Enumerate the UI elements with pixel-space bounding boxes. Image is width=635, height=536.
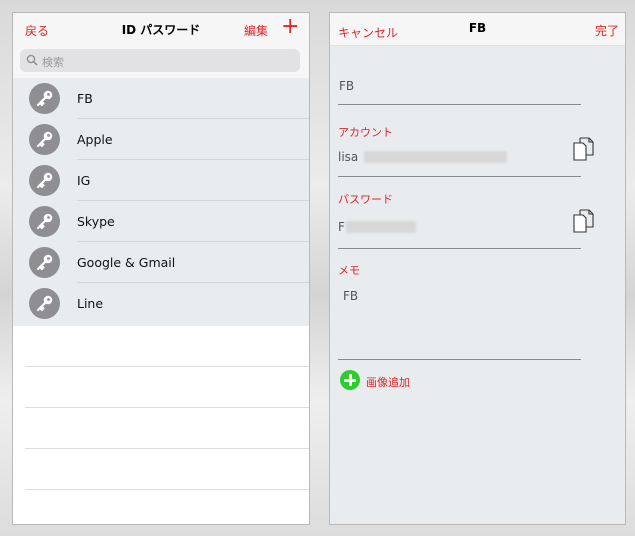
entry-label: Google & Gmail — [77, 255, 176, 270]
edit-button[interactable]: 編集 — [244, 22, 268, 39]
entry-label: Line — [77, 296, 104, 311]
account-field[interactable]: lisa — [338, 150, 358, 164]
name-field[interactable]: FB — [339, 79, 354, 93]
entry-list: FB Apple IG Skype Google & Gmail Line — [13, 78, 309, 326]
search-icon — [26, 54, 38, 66]
list-item[interactable]: Google & Gmail — [13, 242, 309, 283]
password-field[interactable]: F — [338, 220, 345, 234]
nav-bar: 戻る ID パスワード 編集 + — [13, 13, 309, 46]
memo-field[interactable]: FB — [343, 289, 358, 303]
key-icon — [29, 83, 60, 114]
entry-label: IG — [77, 173, 91, 188]
nav-bar: キャンセル FB 完了 — [330, 13, 625, 46]
page-title: FB — [468, 21, 487, 35]
redacted-account — [364, 151, 507, 163]
field-underline — [338, 104, 581, 105]
redacted-password — [346, 221, 416, 233]
field-underline — [338, 359, 581, 360]
empty-row — [25, 449, 309, 490]
entry-label: Apple — [77, 132, 113, 147]
copy-account-icon[interactable] — [571, 136, 597, 162]
entry-detail-screen: キャンセル FB 完了 FB アカウント lisa パスワード F メモ FB … — [329, 12, 626, 525]
list-item[interactable]: IG — [13, 160, 309, 201]
search-placeholder: 検索 — [42, 56, 64, 69]
empty-list-area — [25, 326, 309, 490]
field-underline — [338, 248, 581, 249]
add-button[interactable]: + — [281, 15, 299, 39]
empty-row — [25, 367, 309, 408]
entry-label: Skype — [77, 214, 115, 229]
list-item[interactable]: Apple — [13, 119, 309, 160]
memo-label: メモ — [338, 264, 360, 277]
add-image-icon[interactable] — [340, 370, 360, 390]
password-label: パスワード — [338, 193, 393, 206]
entry-label: FB — [77, 91, 93, 106]
list-item[interactable]: Skype — [13, 201, 309, 242]
empty-row — [25, 408, 309, 449]
search-bar: 検索 — [13, 45, 309, 78]
copy-password-icon[interactable] — [571, 208, 597, 234]
done-button[interactable]: 完了 — [595, 22, 619, 39]
empty-row — [25, 326, 309, 367]
field-underline — [338, 176, 581, 177]
key-icon — [29, 247, 60, 278]
key-icon — [29, 206, 60, 237]
password-list-screen: 戻る ID パスワード 編集 + 検索 FB Apple IG Skype Go… — [12, 12, 310, 525]
add-image-button[interactable]: 画像追加 — [366, 374, 410, 390]
search-input[interactable]: 検索 — [20, 49, 300, 72]
list-item[interactable]: FB — [13, 78, 309, 119]
key-icon — [29, 124, 60, 155]
list-item[interactable]: Line — [13, 283, 309, 324]
entry-form: FB アカウント lisa パスワード F メモ FB 画像追加 — [330, 46, 625, 524]
account-label: アカウント — [338, 126, 393, 139]
key-icon — [29, 288, 60, 319]
key-icon — [29, 165, 60, 196]
